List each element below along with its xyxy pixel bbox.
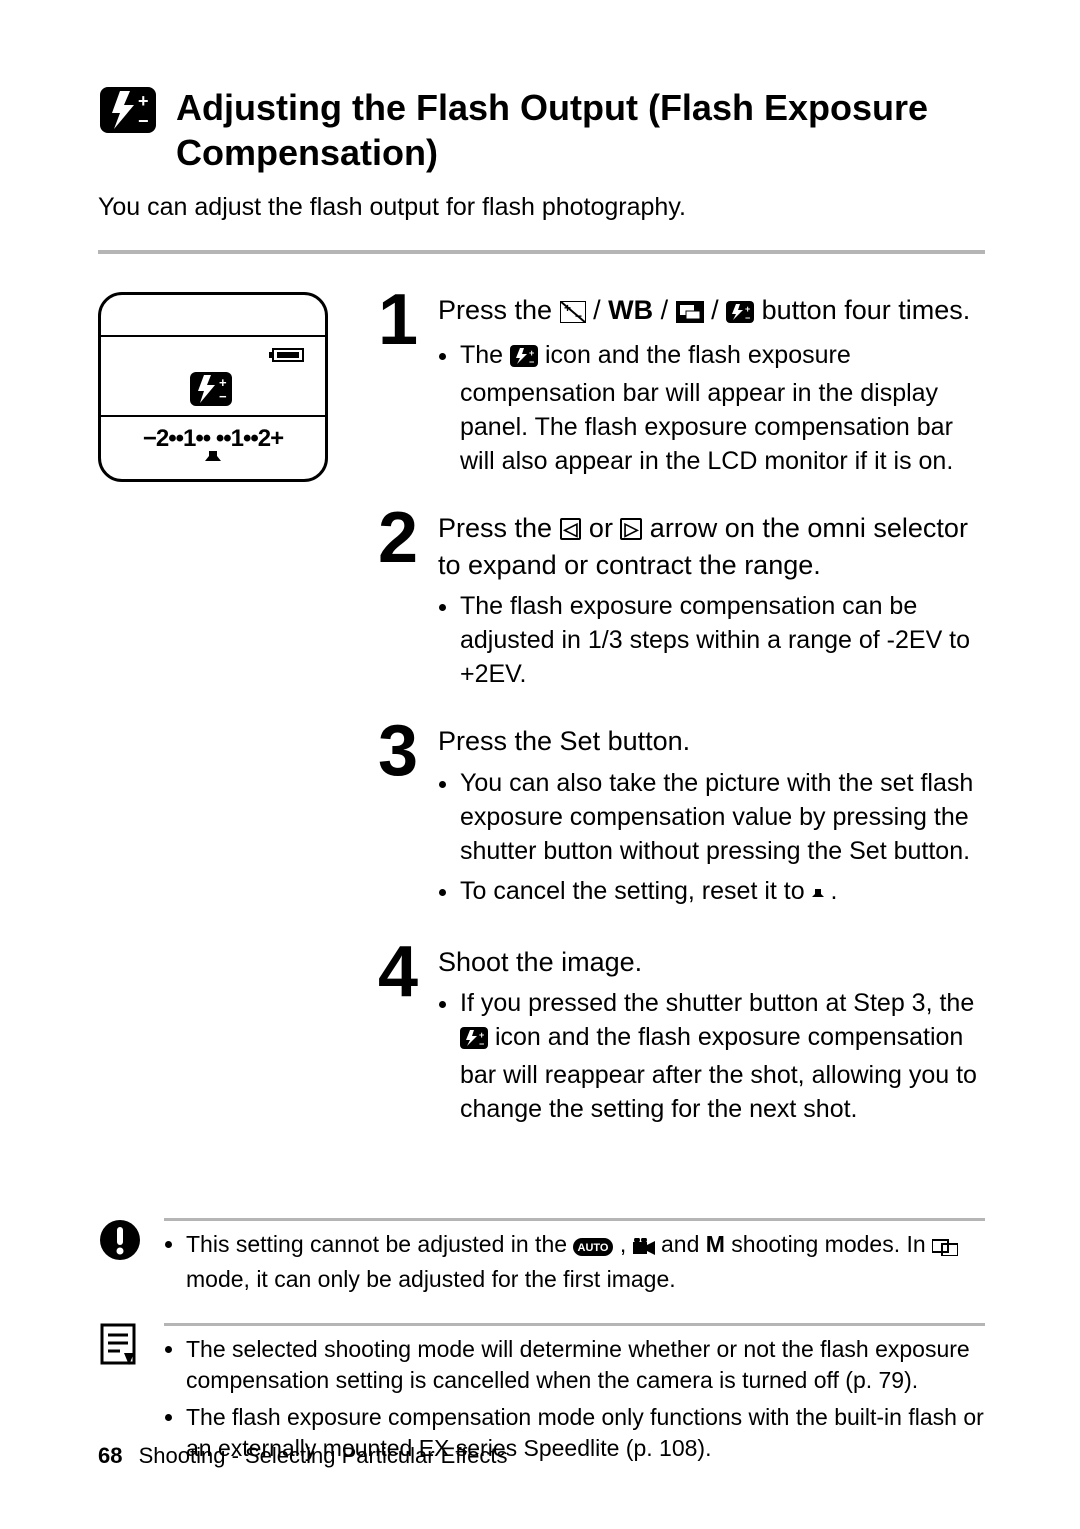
flash-comp-inline-icon: +− bbox=[460, 1024, 488, 1058]
center-marker-icon bbox=[812, 878, 824, 912]
step-2-heading: Press the ◁ or ▷ arrow on the omni selec… bbox=[438, 510, 985, 583]
notes-section: This setting cannot be adjusted in the A… bbox=[98, 1218, 985, 1470]
photo-effect-icon bbox=[676, 296, 704, 332]
exposure-scale: −2••1•• ••1••2+ bbox=[101, 425, 325, 453]
battery-icon bbox=[267, 345, 307, 370]
right-arrow-icon: ▷ bbox=[620, 518, 642, 540]
content-row: + − −2••1•• ••1••2+ 1 Press the +− bbox=[98, 292, 985, 1158]
flash-comp-inline-icon: +− bbox=[726, 296, 754, 332]
page-title-row: + − Adjusting the Flash Output (Flash Ex… bbox=[98, 85, 985, 175]
stitch-mode-icon bbox=[932, 1233, 958, 1264]
flash-comp-inline-icon: +− bbox=[510, 342, 538, 376]
step-number: 3 bbox=[378, 723, 424, 917]
svg-text:−: − bbox=[745, 313, 750, 323]
exposure-comp-icon: +− bbox=[560, 296, 586, 332]
scale-pointer-icon bbox=[205, 451, 221, 472]
step-3-bullet-2: To cancel the setting, reset it to . bbox=[460, 874, 985, 912]
svg-text:+: + bbox=[138, 91, 149, 111]
steps-column: 1 Press the +− / WB / / +− button f bbox=[378, 292, 985, 1158]
svg-text:+: + bbox=[564, 301, 571, 315]
step-4: 4 Shoot the image. If you pressed the sh… bbox=[378, 944, 985, 1132]
step-number: 1 bbox=[378, 292, 424, 484]
left-arrow-icon: ◁ bbox=[560, 518, 582, 540]
svg-text:−: − bbox=[479, 1039, 484, 1049]
step-4-bullet: If you pressed the shutter button at Ste… bbox=[460, 986, 985, 1126]
svg-text:AUTO: AUTO bbox=[578, 1242, 609, 1254]
step-2-bullet: The flash exposure compensation can be a… bbox=[460, 589, 985, 691]
caution-icon bbox=[98, 1218, 142, 1301]
step-3-heading: Press the Set button. bbox=[438, 723, 985, 759]
step-3-bullet-1: You can also take the picture with the s… bbox=[460, 766, 985, 868]
svg-text:−: − bbox=[219, 389, 227, 404]
divider bbox=[98, 250, 985, 254]
svg-text:−: − bbox=[529, 357, 534, 367]
flash-comp-small-icon: + − bbox=[189, 371, 233, 412]
caution-note: This setting cannot be adjusted in the A… bbox=[98, 1218, 985, 1301]
page-title: Adjusting the Flash Output (Flash Exposu… bbox=[176, 85, 985, 175]
step-4-heading: Shoot the image. bbox=[438, 944, 985, 980]
step-1-bullet: The +− icon and the flash exposure compe… bbox=[460, 338, 985, 478]
step-3: 3 Press the Set button. You can also tak… bbox=[378, 723, 985, 917]
step-2: 2 Press the ◁ or ▷ arrow on the omni sel… bbox=[378, 510, 985, 697]
flash-comp-icon: + − bbox=[98, 85, 158, 135]
movie-mode-icon bbox=[633, 1233, 655, 1264]
lcd-panel-illustration: + − −2••1•• ••1••2+ bbox=[98, 292, 328, 1158]
intro-text: You can adjust the flash output for flas… bbox=[98, 193, 985, 222]
chapter-label: Shooting - Selecting Particular Effects bbox=[139, 1443, 508, 1468]
svg-text:−: − bbox=[575, 309, 582, 323]
step-1: 1 Press the +− / WB / / +− button f bbox=[378, 292, 985, 484]
step-1-heading: Press the +− / WB / / +− button four tim… bbox=[438, 292, 985, 332]
step-number: 2 bbox=[378, 510, 424, 697]
page-footer: 68 Shooting - Selecting Particular Effec… bbox=[98, 1443, 508, 1469]
step-number: 4 bbox=[378, 944, 424, 1132]
svg-text:+: + bbox=[219, 375, 227, 390]
page-number: 68 bbox=[98, 1443, 122, 1468]
info-text-1: The selected shooting mode will determin… bbox=[186, 1334, 985, 1396]
auto-mode-icon: AUTO bbox=[573, 1233, 613, 1264]
caution-text: This setting cannot be adjusted in the A… bbox=[186, 1229, 985, 1295]
svg-text:−: − bbox=[138, 111, 149, 131]
